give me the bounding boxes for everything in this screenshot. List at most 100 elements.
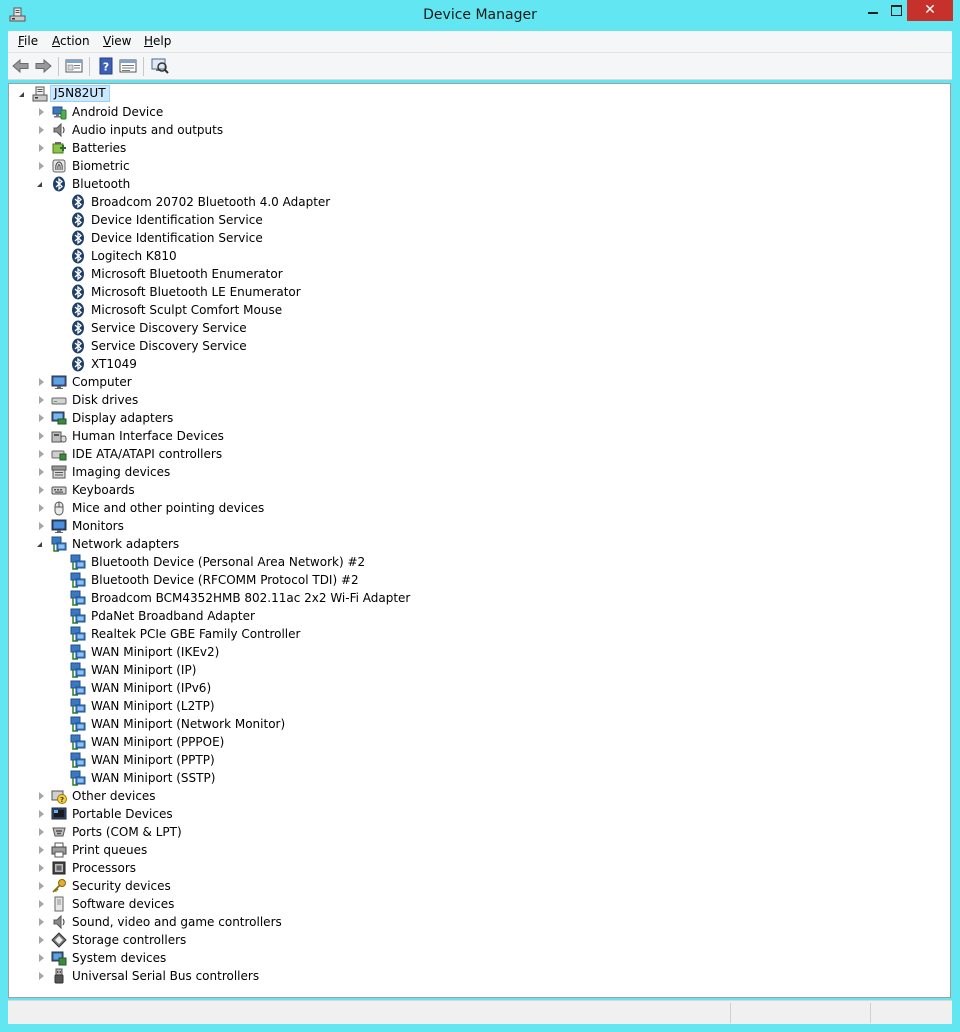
tree-category[interactable]: IDE ATA/ATAPI controllers [9, 445, 949, 463]
tree-device-item[interactable]: WAN Miniport (PPPOE) [9, 733, 949, 751]
help-button[interactable]: ? [96, 57, 116, 75]
expand-arrow-icon[interactable] [39, 450, 44, 458]
expand-arrow-icon[interactable] [39, 378, 44, 386]
tree-device-item[interactable]: Service Discovery Service [9, 337, 949, 355]
expand-arrow-icon[interactable] [39, 882, 44, 890]
tree-category-label: Network adapters [72, 537, 180, 551]
tree-category[interactable]: Mice and other pointing devices [9, 499, 949, 517]
back-button[interactable] [11, 57, 31, 75]
expand-arrow-icon[interactable] [39, 828, 44, 836]
tree-device-item[interactable]: Broadcom BCM4352HMB 802.11ac 2x2 Wi-Fi A… [9, 589, 949, 607]
tree-device-item[interactable]: Service Discovery Service [9, 319, 949, 337]
tree-device-item[interactable]: Broadcom 20702 Bluetooth 4.0 Adapter [9, 193, 949, 211]
menu-help[interactable]: Help [144, 34, 171, 48]
expand-arrow-icon[interactable] [39, 126, 44, 134]
tree-category[interactable]: Ports (COM & LPT) [9, 823, 949, 841]
menu-action[interactable]: Action [52, 34, 90, 48]
tree-category[interactable]: Portable Devices [9, 805, 949, 823]
forward-button[interactable] [33, 57, 53, 75]
expand-arrow-icon[interactable] [39, 486, 44, 494]
properties-button[interactable] [118, 57, 138, 75]
tree-category[interactable]: Universal Serial Bus controllers [9, 967, 949, 985]
expand-arrow-icon[interactable] [39, 900, 44, 908]
expand-arrow-icon[interactable] [39, 810, 44, 818]
show-hide-console-tree-button[interactable] [64, 57, 84, 75]
tree-category[interactable]: Human Interface Devices [9, 427, 949, 445]
maximize-button[interactable] [886, 0, 907, 21]
expand-arrow-icon[interactable] [39, 918, 44, 926]
processor-icon [51, 860, 67, 876]
expand-arrow-icon[interactable] [39, 432, 44, 440]
minimize-button[interactable] [859, 0, 886, 21]
tree-device-item[interactable]: XT1049 [9, 355, 949, 373]
tree-device-item[interactable]: Microsoft Sculpt Comfort Mouse [9, 301, 949, 319]
tree-device-item[interactable]: Bluetooth Device (RFCOMM Protocol TDI) #… [9, 571, 949, 589]
device-tree[interactable]: J5N82UT Android Device Audio inputs and ou… [8, 83, 951, 998]
tree-device-item[interactable]: WAN Miniport (IP) [9, 661, 949, 679]
tree-device-label: PdaNet Broadband Adapter [91, 609, 255, 623]
tree-category[interactable]: Computer [9, 373, 949, 391]
collapse-arrow-icon[interactable] [37, 182, 42, 187]
menu-file[interactable]: File [18, 34, 38, 48]
tree-device-item[interactable]: WAN Miniport (IKEv2) [9, 643, 949, 661]
tree-device-item[interactable]: Bluetooth Device (Personal Area Network)… [9, 553, 949, 571]
expand-arrow-icon[interactable] [39, 936, 44, 944]
tree-category-label: Human Interface Devices [72, 429, 224, 443]
scan-hardware-changes-button[interactable] [150, 57, 170, 75]
tree-device-item[interactable]: Microsoft Bluetooth Enumerator [9, 265, 949, 283]
expand-arrow-icon[interactable] [39, 864, 44, 872]
tree-category[interactable]: Android Device [9, 103, 949, 121]
expand-arrow-icon[interactable] [39, 108, 44, 116]
tree-category[interactable]: Biometric [9, 157, 949, 175]
expand-arrow-icon[interactable] [39, 846, 44, 854]
expand-arrow-icon[interactable] [39, 468, 44, 476]
tree-category[interactable]: Batteries [9, 139, 949, 157]
tree-category[interactable]: Disk drives [9, 391, 949, 409]
expand-arrow-icon[interactable] [39, 972, 44, 980]
tree-device-label: XT1049 [91, 357, 137, 371]
tree-device-item[interactable]: WAN Miniport (SSTP) [9, 769, 949, 787]
tree-device-item[interactable]: WAN Miniport (PPTP) [9, 751, 949, 769]
tree-root[interactable]: J5N82UT [9, 85, 949, 103]
menu-view[interactable]: View [103, 34, 131, 48]
tree-category[interactable]: Bluetooth [9, 175, 949, 193]
title-bar[interactable]: Device Manager ✕ [0, 0, 960, 31]
collapse-arrow-icon[interactable] [37, 542, 42, 547]
expand-arrow-icon[interactable] [39, 414, 44, 422]
close-button[interactable]: ✕ [907, 0, 953, 21]
tree-device-item[interactable]: WAN Miniport (Network Monitor) [9, 715, 949, 733]
tree-category[interactable]: Storage controllers [9, 931, 949, 949]
tree-category[interactable]: Print queues [9, 841, 949, 859]
tree-category[interactable]: Security devices [9, 877, 949, 895]
tree-category[interactable]: Display adapters [9, 409, 949, 427]
tree-category[interactable]: System devices [9, 949, 949, 967]
tree-device-item[interactable]: Device Identification Service [9, 229, 949, 247]
tree-device-item[interactable]: Device Identification Service [9, 211, 949, 229]
tree-device-item[interactable]: Realtek PCIe GBE Family Controller [9, 625, 949, 643]
tree-category[interactable]: Sound, video and game controllers [9, 913, 949, 931]
tree-device-item[interactable]: PdaNet Broadband Adapter [9, 607, 949, 625]
expand-arrow-icon[interactable] [39, 144, 44, 152]
expand-arrow-icon[interactable] [19, 92, 24, 97]
tree-category-label: Sound, video and game controllers [72, 915, 282, 929]
tree-device-item[interactable]: Microsoft Bluetooth LE Enumerator [9, 283, 949, 301]
tree-device-item[interactable]: WAN Miniport (IPv6) [9, 679, 949, 697]
expand-arrow-icon[interactable] [39, 792, 44, 800]
expand-arrow-icon[interactable] [39, 522, 44, 530]
expand-arrow-icon[interactable] [39, 954, 44, 962]
tree-category[interactable]: Keyboards [9, 481, 949, 499]
tree-category[interactable]: Audio inputs and outputs [9, 121, 949, 139]
tree-device-item[interactable]: Logitech K810 [9, 247, 949, 265]
tree-category[interactable]: Processors [9, 859, 949, 877]
tree-category-label: Batteries [72, 141, 127, 155]
tree-category[interactable]: ? Other devices [9, 787, 949, 805]
tree-category[interactable]: Network adapters [9, 535, 949, 553]
network-icon [70, 716, 86, 732]
expand-arrow-icon[interactable] [39, 504, 44, 512]
tree-category[interactable]: Software devices [9, 895, 949, 913]
tree-category[interactable]: Monitors [9, 517, 949, 535]
tree-category[interactable]: Imaging devices [9, 463, 949, 481]
expand-arrow-icon[interactable] [39, 396, 44, 404]
expand-arrow-icon[interactable] [39, 162, 44, 170]
tree-device-item[interactable]: WAN Miniport (L2TP) [9, 697, 949, 715]
